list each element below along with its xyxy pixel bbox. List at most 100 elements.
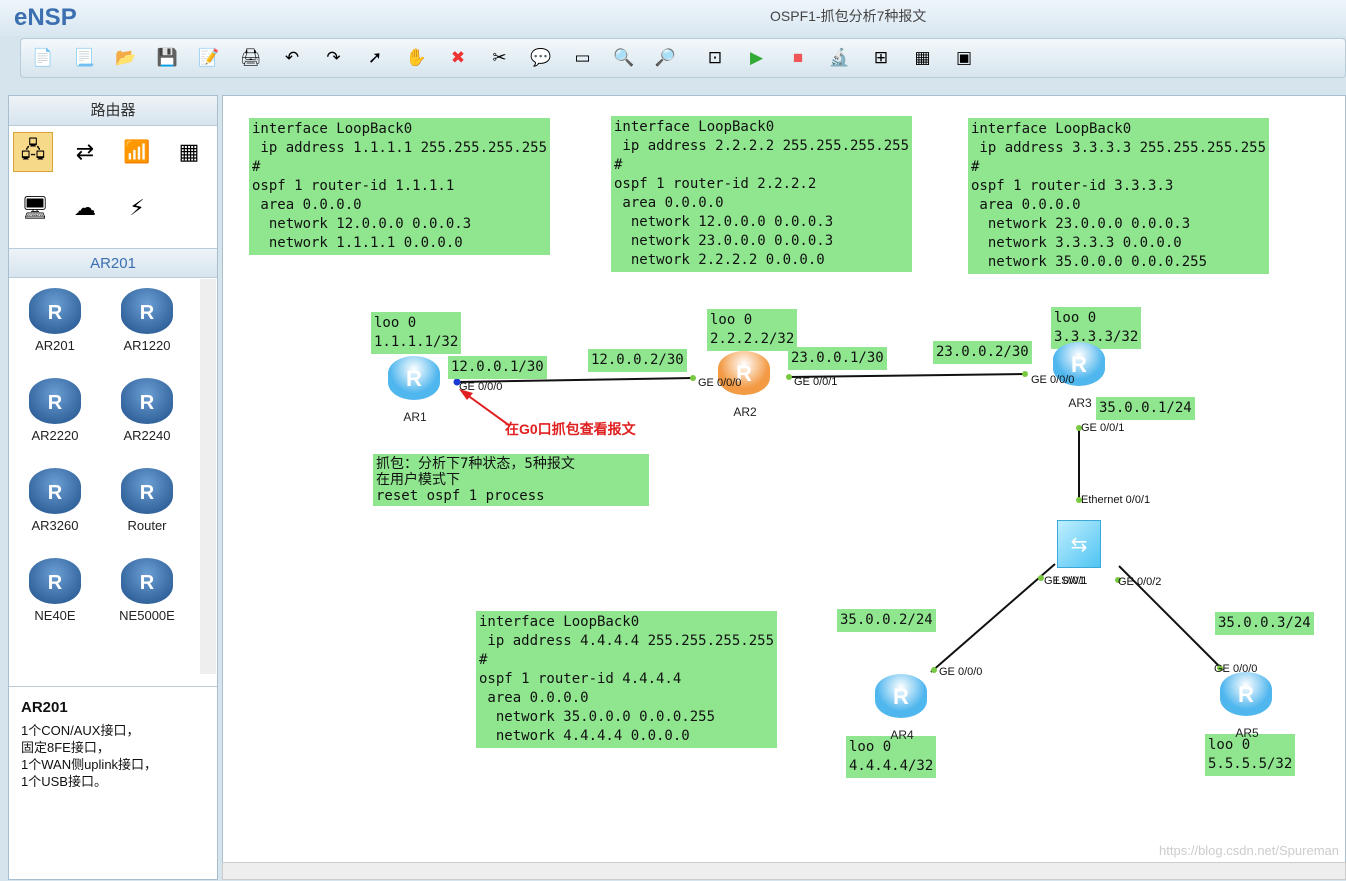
loopback-note-ar2[interactable]: loo 0 2.2.2.2/32 bbox=[707, 309, 798, 351]
save-icon[interactable]: 💾 bbox=[156, 46, 180, 70]
title-bar: eNSP OSPF1-抓包分析7种报文 bbox=[0, 0, 1346, 36]
router-name: AR4 bbox=[890, 728, 914, 742]
router-icon: R bbox=[29, 288, 81, 334]
switch-category-icon[interactable]: ⇄ bbox=[65, 132, 105, 172]
port-label: GE 0/0/1 bbox=[794, 376, 838, 388]
router-category-icon[interactable]: 🖧 bbox=[13, 132, 53, 172]
print-icon[interactable]: 🖨 bbox=[239, 46, 263, 70]
ip-note[interactable]: 35.0.0.3/24 bbox=[1215, 612, 1314, 635]
router-icon: R bbox=[121, 558, 173, 604]
config-note-ar3[interactable]: interface LoopBack0 ip address 3.3.3.3 2… bbox=[968, 118, 1270, 274]
router-name: AR3 bbox=[1068, 396, 1092, 410]
capture-icon[interactable]: 🔬 bbox=[828, 46, 852, 70]
router-name: AR2 bbox=[733, 405, 757, 419]
device-ar201[interactable]: R AR201 bbox=[15, 288, 95, 353]
start-icon[interactable]: ▶ bbox=[745, 46, 769, 70]
link-category-icon[interactable]: ⚡ bbox=[117, 188, 157, 228]
device-label: AR2220 bbox=[31, 428, 79, 443]
device-ar3260[interactable]: R AR3260 bbox=[15, 468, 95, 533]
watermark: https://blog.csdn.net/Spureman bbox=[1159, 843, 1339, 858]
link-sw-ar4 bbox=[930, 563, 1056, 673]
fit-icon[interactable]: ⊡ bbox=[703, 46, 727, 70]
switch-lsw1[interactable]: ⇆ bbox=[1057, 520, 1101, 568]
canvas-horizontal-scrollbar[interactable] bbox=[222, 862, 1346, 880]
wireless-category-icon[interactable]: 📶 bbox=[117, 132, 157, 172]
router-ar4[interactable]: R AR4 bbox=[875, 674, 929, 742]
description-title: AR201 bbox=[21, 699, 68, 716]
new-blank-icon[interactable]: 📃 bbox=[73, 46, 97, 70]
router-ar5[interactable]: R AR5 bbox=[1220, 672, 1274, 740]
device-ar2240[interactable]: R AR2240 bbox=[107, 378, 187, 443]
router-icon: R bbox=[29, 468, 81, 514]
device-ne5000e[interactable]: R NE5000E bbox=[107, 558, 187, 623]
loopback-note-ar4[interactable]: loo 0 4.4.4.4/32 bbox=[846, 736, 937, 778]
port-label: GE 0/0/0 bbox=[1214, 663, 1258, 675]
device-label: NE5000E bbox=[119, 608, 175, 623]
device-ar2220[interactable]: R AR2220 bbox=[15, 378, 95, 443]
device-router[interactable]: R Router bbox=[107, 468, 187, 533]
device-list-scrollbar[interactable] bbox=[200, 279, 216, 674]
description-line: 1个WAN侧uplink接口， bbox=[21, 757, 158, 772]
pan-icon[interactable]: ✋ bbox=[405, 46, 429, 70]
loopback-note-ar1[interactable]: loo 0 1.1.1.1/32 bbox=[371, 312, 462, 354]
ip-note[interactable]: 35.0.0.1/24 bbox=[1096, 397, 1195, 420]
ip-note[interactable]: 12.0.0.2/30 bbox=[588, 349, 687, 372]
description-line: 1个USB接口。 bbox=[21, 774, 107, 789]
router-icon: R bbox=[875, 674, 927, 718]
port-label: Ethernet 0/0/1 bbox=[1081, 494, 1151, 506]
device-label: AR3260 bbox=[31, 518, 79, 533]
capture-annotation: 在G0口抓包查看报文 bbox=[505, 421, 636, 437]
description-line: 固定8FE接口， bbox=[21, 740, 110, 755]
config-note-ar1[interactable]: interface LoopBack0 ip address 1.1.1.1 2… bbox=[249, 118, 551, 255]
device-label: Router bbox=[127, 518, 167, 533]
redo-icon[interactable]: ↷ bbox=[322, 46, 346, 70]
select-icon[interactable]: ➚ bbox=[363, 46, 387, 70]
zoom-in-icon[interactable]: 🔍 bbox=[612, 46, 636, 70]
category-title: 路由器 bbox=[9, 96, 217, 126]
capture-note[interactable]: 抓包：分析下7种状态，5种报文 在用户模式下 reset ospf 1 proc… bbox=[373, 454, 649, 506]
ip-note[interactable]: 23.0.0.1/30 bbox=[788, 347, 887, 370]
topology-icon[interactable]: ⊞ bbox=[869, 46, 893, 70]
ip-note[interactable]: 23.0.0.2/30 bbox=[933, 341, 1032, 364]
ip-note[interactable]: 12.0.0.1/30 bbox=[448, 356, 547, 379]
stop-icon[interactable]: ■ bbox=[786, 46, 810, 70]
port-label: GE 0/0/0 bbox=[459, 381, 503, 393]
text-icon[interactable]: 💬 bbox=[529, 46, 553, 70]
cloud-category-icon[interactable]: ☁ bbox=[65, 188, 105, 228]
switch-name: LSW1 bbox=[1055, 575, 1085, 587]
annotation-arrow bbox=[462, 391, 511, 427]
pc-category-icon[interactable]: 🖥 bbox=[15, 188, 55, 228]
loopback-note-ar5[interactable]: loo 0 5.5.5.5/32 bbox=[1205, 734, 1296, 776]
description-line: 1个CON/AUX接口， bbox=[21, 723, 140, 738]
router-icon: R bbox=[388, 356, 440, 400]
open-icon[interactable]: 📂 bbox=[114, 46, 138, 70]
port-label: GE 0/0/0 bbox=[939, 666, 983, 678]
new-topology-icon[interactable]: 📄 bbox=[31, 46, 55, 70]
delete-link-icon[interactable]: ✂ bbox=[488, 46, 512, 70]
port-label: GE 0/0/0 bbox=[1031, 374, 1075, 386]
port-label: GE 0/0/1 bbox=[1081, 422, 1125, 434]
grid-icon[interactable]: ▦ bbox=[911, 46, 935, 70]
router-icon: R bbox=[29, 378, 81, 424]
app-logo: eNSP bbox=[14, 4, 77, 31]
config-note-ar2[interactable]: interface LoopBack0 ip address 2.2.2.2 2… bbox=[611, 116, 913, 272]
device-ar1220[interactable]: R AR1220 bbox=[107, 288, 187, 353]
delete-icon[interactable]: ✖ bbox=[446, 46, 470, 70]
rectangle-icon[interactable]: ▭ bbox=[571, 46, 595, 70]
router-icon: R bbox=[1220, 672, 1272, 716]
config-note-ar4[interactable]: interface LoopBack0 ip address 4.4.4.4 2… bbox=[476, 611, 778, 748]
device-description: AR201 1个CON/AUX接口， 固定8FE接口， 1个WAN侧uplink… bbox=[9, 686, 217, 880]
port-label: GE 0/0/2 bbox=[1118, 576, 1162, 588]
topology-canvas[interactable]: interface LoopBack0 ip address 1.1.1.1 2… bbox=[222, 95, 1346, 863]
window-title: OSPF1-抓包分析7种报文 bbox=[770, 8, 927, 24]
zoom-out-icon[interactable]: 🔎 bbox=[654, 46, 678, 70]
router-icon: R bbox=[121, 288, 173, 334]
device-ne40e[interactable]: R NE40E bbox=[15, 558, 95, 623]
console-icon[interactable]: ▣ bbox=[952, 46, 976, 70]
router-ar1[interactable]: R AR1 bbox=[388, 356, 442, 424]
save-as-icon[interactable]: 📝 bbox=[197, 46, 221, 70]
router-name: AR5 bbox=[1235, 726, 1259, 740]
ip-note[interactable]: 35.0.0.2/24 bbox=[837, 609, 936, 632]
undo-icon[interactable]: ↶ bbox=[280, 46, 304, 70]
firewall-category-icon[interactable]: ▦ bbox=[169, 132, 209, 172]
